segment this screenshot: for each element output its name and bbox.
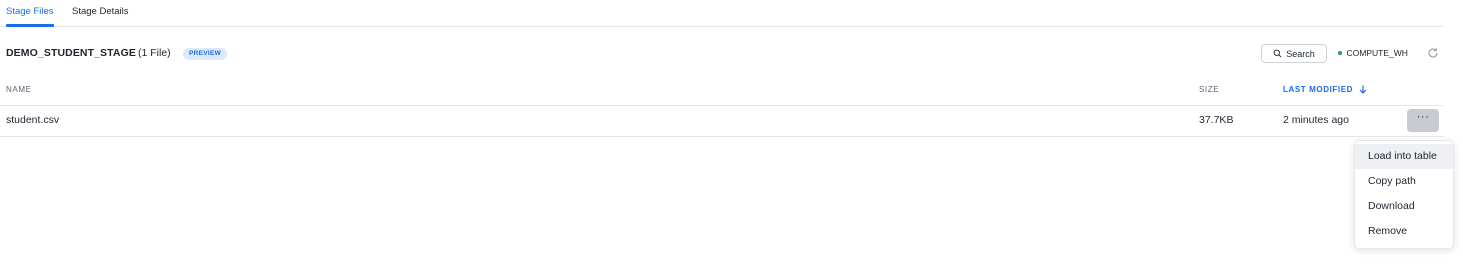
- warehouse-selector[interactable]: COMPUTE_WH: [1338, 48, 1408, 58]
- column-header-size[interactable]: SIZE: [1199, 85, 1219, 94]
- preview-badge: PREVIEW: [183, 48, 228, 60]
- column-header-name[interactable]: NAME: [6, 85, 32, 94]
- row-divider: [0, 136, 1443, 137]
- more-options-icon: ···: [1416, 111, 1430, 123]
- stage-name-title: DEMO_STUDENT_STAGE: [6, 47, 136, 59]
- search-button-label: Search: [1286, 48, 1315, 59]
- file-count: (1 File): [138, 47, 171, 59]
- warehouse-name: COMPUTE_WH: [1346, 48, 1408, 58]
- sort-down-arrow-icon: [1359, 85, 1367, 94]
- file-size-cell: 37.7KB: [1199, 114, 1234, 126]
- column-header-last-modified[interactable]: LAST MODIFIED: [1283, 85, 1367, 94]
- refresh-icon[interactable]: [1426, 46, 1440, 60]
- file-name-cell[interactable]: student.csv: [6, 114, 59, 126]
- header-divider: [0, 105, 1443, 106]
- search-icon: [1273, 49, 1282, 58]
- tab-stage-details[interactable]: Stage Details: [72, 6, 129, 17]
- stage-header: DEMO_STUDENT_STAGE (1 File) PREVIEW Sear…: [0, 40, 1443, 66]
- warehouse-status-dot: [1338, 51, 1342, 55]
- menu-item-remove[interactable]: Remove: [1355, 219, 1453, 244]
- menu-item-copy-path[interactable]: Copy path: [1355, 169, 1453, 194]
- menu-item-download[interactable]: Download: [1355, 194, 1453, 219]
- last-modified-cell: 2 minutes ago: [1283, 114, 1349, 126]
- tab-stage-files[interactable]: Stage Files: [6, 6, 54, 17]
- search-button[interactable]: Search: [1261, 44, 1327, 63]
- column-header-last-modified-label: LAST MODIFIED: [1283, 85, 1354, 94]
- row-context-menu: Load into table Copy path Download Remov…: [1354, 140, 1454, 249]
- menu-item-load-into-table[interactable]: Load into table: [1355, 144, 1453, 169]
- more-options-button[interactable]: ···: [1407, 109, 1439, 132]
- active-tab-indicator: [6, 24, 54, 27]
- tab-bar: Stage Files Stage Details: [0, 0, 1443, 27]
